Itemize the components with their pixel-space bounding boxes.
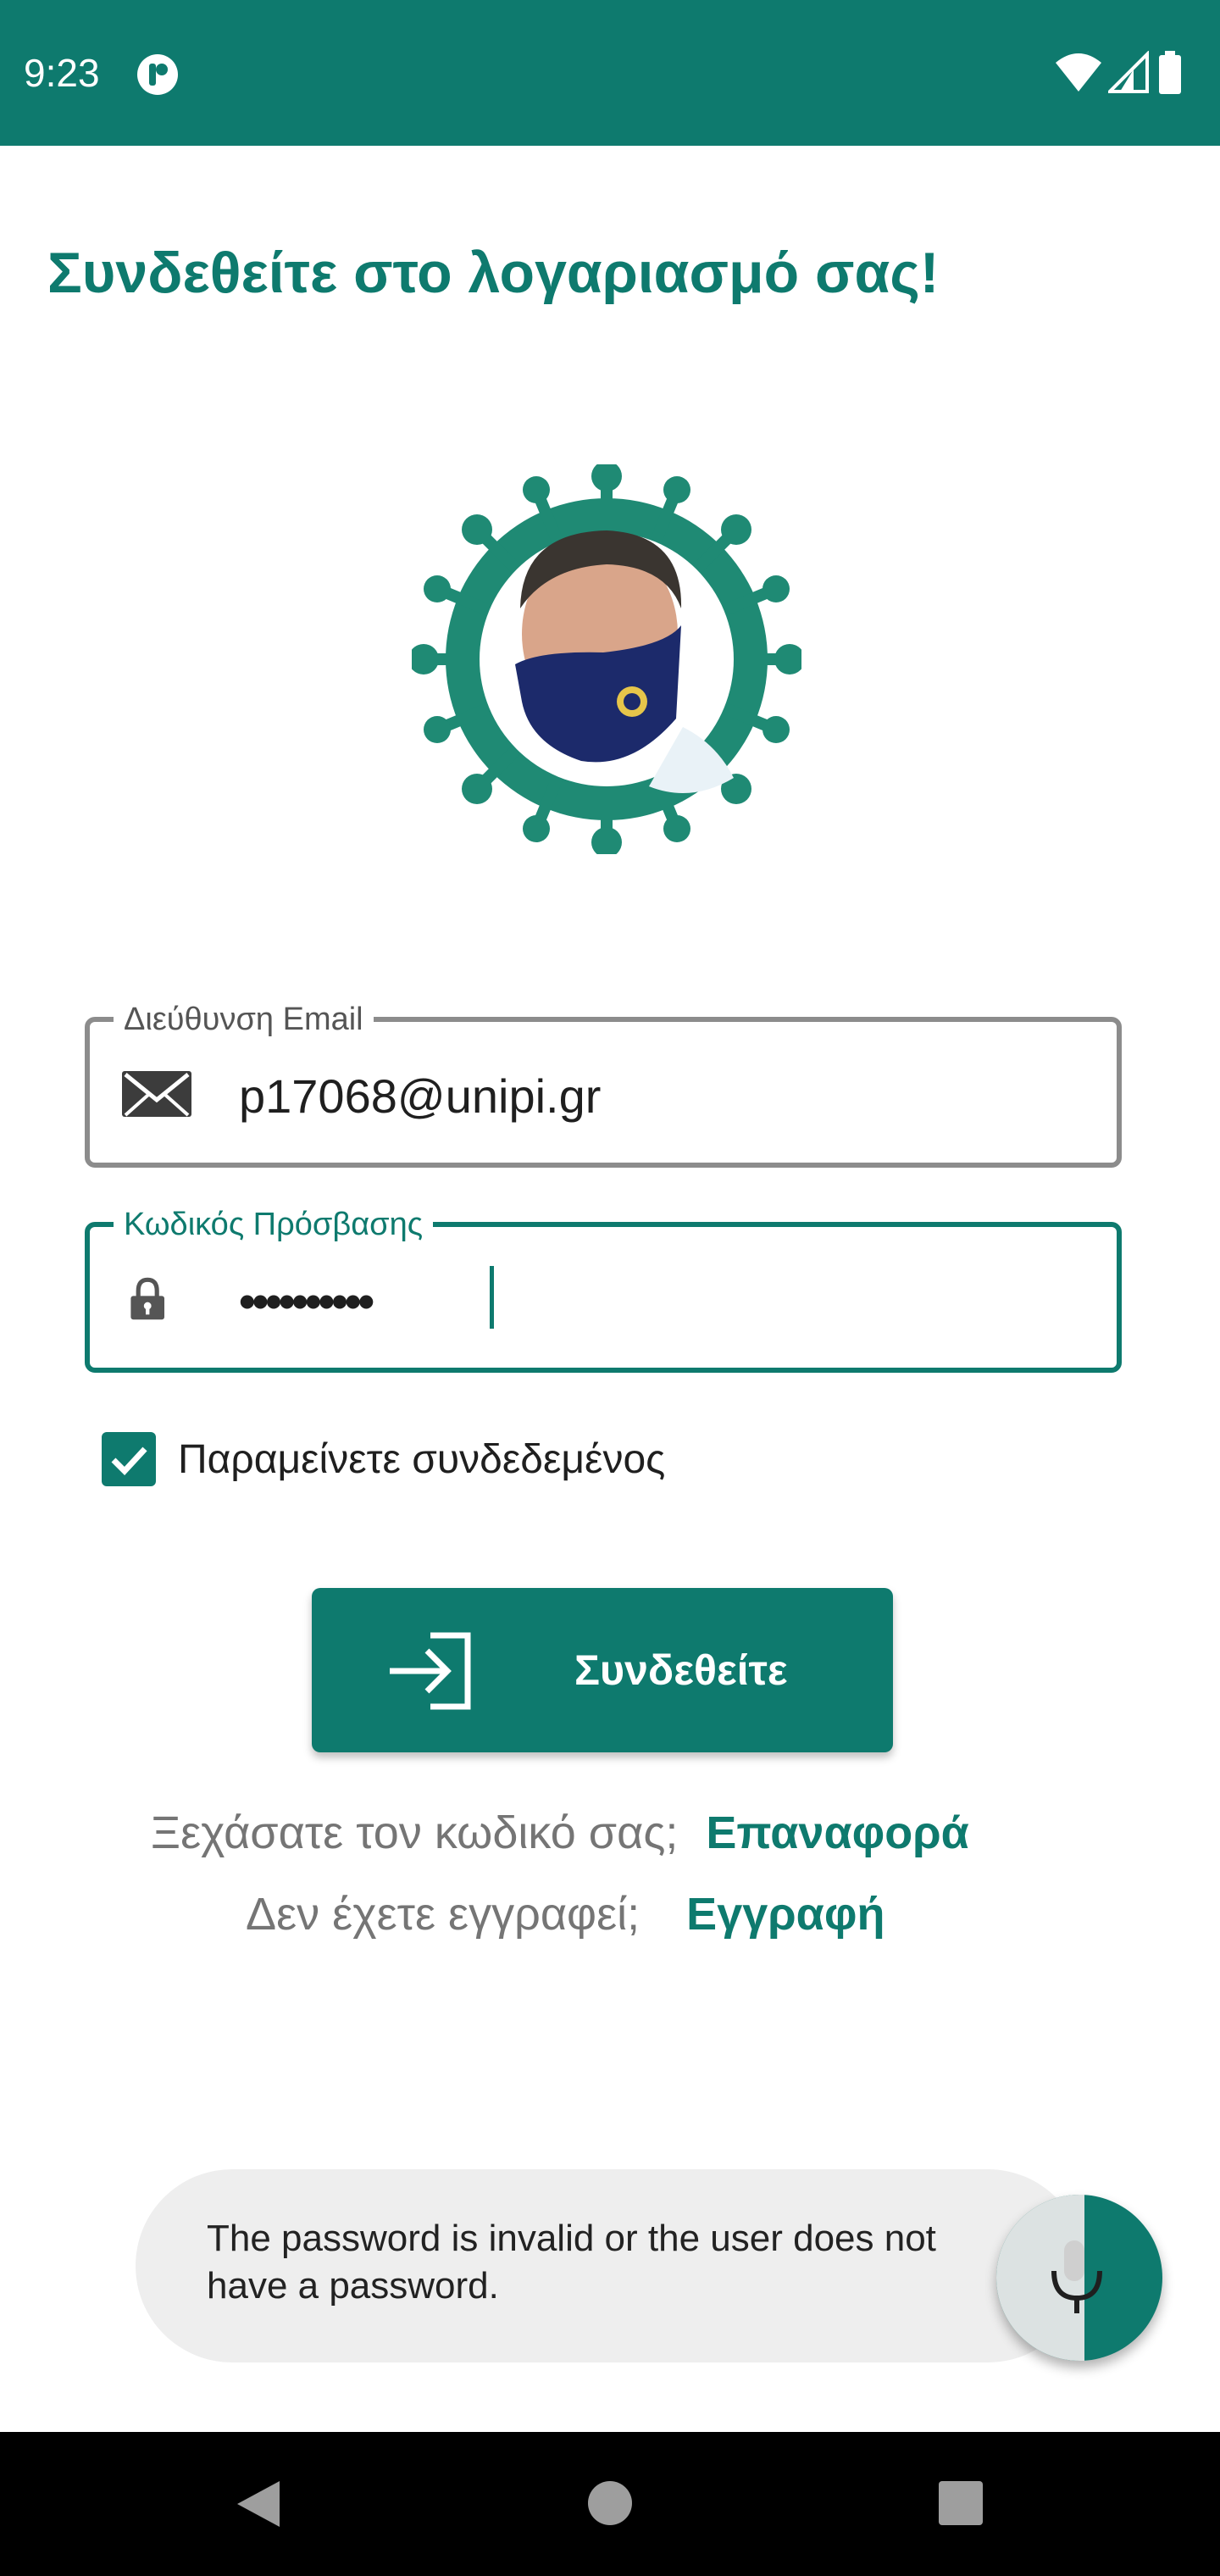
microphone-icon	[1051, 2240, 1102, 2313]
reset-password-link[interactable]: Επαναφορά	[706, 1807, 969, 1858]
login-button-label: Συνδεθείτε	[574, 1646, 788, 1694]
toast-message: The password is invalid or the user does…	[207, 2218, 936, 2307]
checkmark-icon	[111, 1446, 147, 1476]
lock-icon	[130, 1277, 164, 1320]
cellular-signal-icon	[1108, 51, 1149, 93]
page-title: Συνδεθείτε στο λογαριασμό σας!	[47, 241, 940, 305]
remember-me-label: Παραμείνετε συνδεδεμένος	[178, 1437, 666, 1482]
email-field-label: Διεύθυνση Email	[114, 1000, 374, 1039]
status-time: 9:23	[24, 51, 100, 95]
toast: The password is invalid or the user does…	[136, 2169, 1084, 2362]
email-input-value[interactable]: p17068@unipi.gr	[239, 1068, 601, 1125]
battery-icon	[1159, 51, 1181, 94]
forgot-password-row: Ξεχάσατε τον κωδικό σας; Επαναφορά	[151, 1805, 969, 1861]
wifi-icon	[1056, 53, 1101, 92]
status-icons	[1054, 51, 1198, 95]
login-button[interactable]: Συνδεθείτε	[312, 1588, 893, 1752]
status-bar: 9:23	[0, 0, 1220, 146]
signup-link[interactable]: Εγγραφή	[686, 1889, 884, 1940]
remember-me-checkbox[interactable]	[102, 1432, 156, 1486]
recent-apps-icon[interactable]	[937, 2479, 984, 2527]
password-field[interactable]: Κωδικός Πρόσβασης ••••••••••	[85, 1205, 1122, 1373]
home-icon[interactable]	[586, 2479, 634, 2527]
envelope-icon	[122, 1071, 191, 1117]
navigation-bar	[0, 2432, 1220, 2576]
text-caret	[490, 1266, 494, 1329]
signup-row: Δεν έχετε εγγραφεί; Εγγραφή	[246, 1886, 884, 1942]
back-icon[interactable]	[230, 2476, 286, 2532]
signup-text: Δεν έχετε εγγραφεί;	[246, 1889, 640, 1940]
forgot-password-text: Ξεχάσατε τον κωδικό σας;	[151, 1807, 679, 1858]
password-field-label: Κωδικός Πρόσβασης	[114, 1205, 434, 1244]
app-notification-icon	[137, 54, 178, 95]
login-arrow-icon	[390, 1632, 471, 1710]
email-field[interactable]: Διεύθυνση Email p17068@unipi.gr	[85, 1000, 1122, 1168]
coronavirus-avatar-logo	[412, 464, 801, 854]
password-input-value[interactable]: ••••••••••	[239, 1273, 374, 1330]
